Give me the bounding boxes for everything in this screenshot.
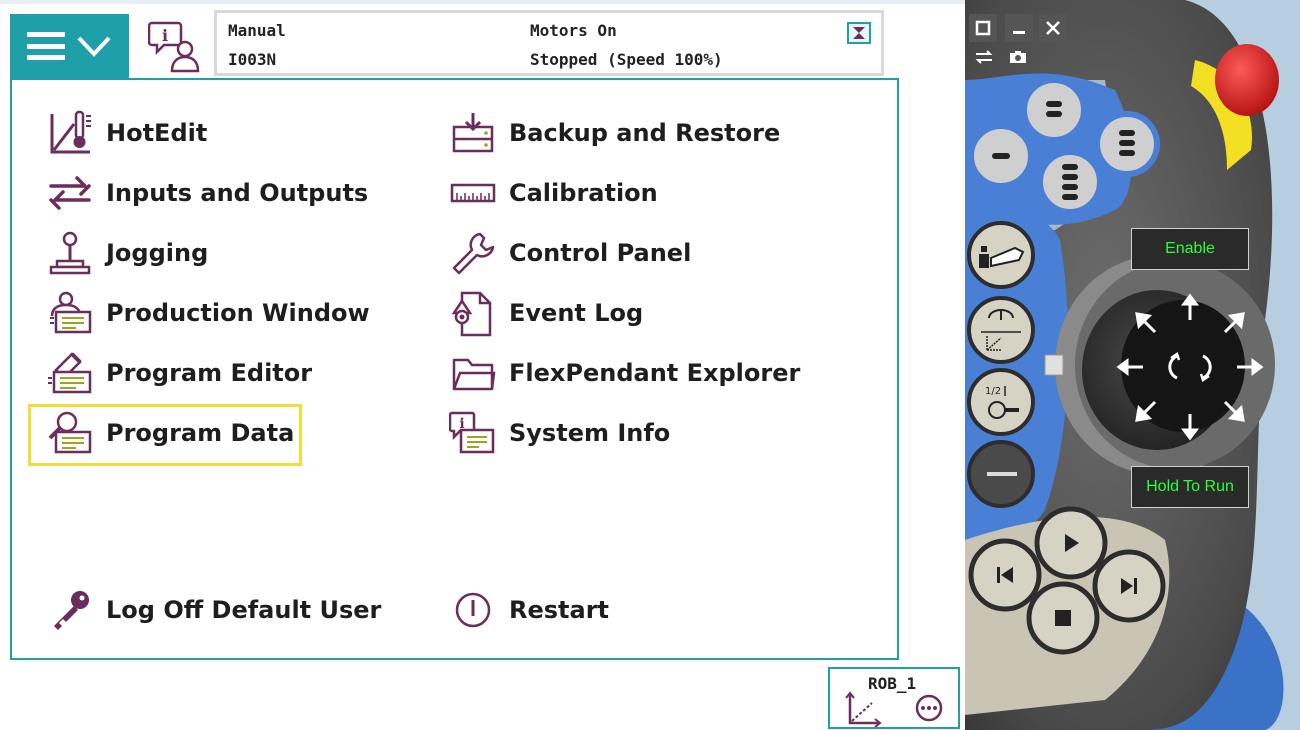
menu-item-production-window[interactable]: Production Window — [44, 289, 370, 337]
backup-icon — [447, 109, 499, 157]
motion-mode-icon[interactable] — [1042, 97, 1066, 123]
menu-item-calibration[interactable]: Calibration — [447, 169, 658, 217]
robot-arm-icon[interactable] — [975, 238, 1029, 272]
quickset-button[interactable]: ROB_1 — [828, 667, 960, 729]
power-icon — [447, 586, 499, 634]
program-editor-icon — [44, 349, 96, 397]
joystick-icon[interactable] — [1115, 292, 1265, 442]
abb-menu-button[interactable] — [10, 14, 129, 78]
system-name: I003N — [228, 50, 277, 69]
increment-icon[interactable] — [1058, 162, 1082, 202]
menu-item-label: Program Editor — [106, 359, 313, 387]
enable-label: Enable — [1165, 240, 1215, 257]
menu-item-program-editor[interactable]: Program Editor — [44, 349, 312, 397]
selection-highlight — [28, 404, 302, 466]
wrench-icon — [447, 229, 499, 277]
menu-item-label: FlexPendant Explorer — [509, 359, 801, 387]
motors-state: Motors On — [530, 21, 617, 40]
svg-text:i: i — [162, 26, 168, 45]
camera-icon[interactable] — [1007, 48, 1029, 66]
step-forward-icon[interactable] — [1117, 574, 1141, 598]
menu-item-label: Inputs and Outputs — [106, 179, 369, 207]
menu-item-label: Production Window — [106, 299, 370, 327]
operating-mode: Manual — [228, 21, 286, 40]
linear-reorient-icon[interactable] — [979, 306, 1023, 354]
axis-group-icon[interactable] — [989, 147, 1013, 165]
joystick-icon — [44, 229, 96, 277]
system-info-icon: i — [447, 409, 499, 457]
restore-window-icon[interactable] — [969, 14, 997, 42]
step-backward-icon[interactable] — [993, 563, 1017, 587]
hold-to-run-button[interactable]: Hold To Run — [1131, 466, 1249, 508]
status-bar[interactable]: Manual I003N Motors On Stopped (Speed 10… — [214, 10, 884, 76]
menu-item-flexpendant-explorer[interactable]: FlexPendant Explorer — [447, 349, 800, 397]
stop-icon[interactable] — [1051, 606, 1075, 630]
restart-button[interactable]: Restart — [447, 586, 609, 634]
virtual-flexpendant-hardware: 1/2 Enable Hold To Run — [965, 0, 1300, 730]
menu-item-system-info[interactable]: i System Info — [447, 409, 670, 457]
dash-button-icon[interactable] — [985, 466, 1019, 482]
minimize-icon[interactable] — [1005, 14, 1033, 42]
play-icon[interactable] — [1059, 531, 1083, 555]
menu-item-label: Event Log — [509, 299, 644, 327]
menu-item-label: Calibration — [509, 179, 658, 207]
status-indicator-icon[interactable] — [847, 22, 871, 44]
restart-label: Restart — [509, 596, 610, 624]
enable-button[interactable]: Enable — [1131, 228, 1249, 270]
folder-icon — [447, 349, 499, 397]
more-options-icon — [915, 694, 943, 722]
menu-item-hotedit[interactable]: HotEdit — [44, 109, 207, 157]
menu-item-label: Backup and Restore — [509, 119, 781, 147]
event-message-button[interactable]: i — [138, 14, 210, 78]
svg-text:1/2: 1/2 — [985, 386, 1001, 397]
menu-item-inputs-outputs[interactable]: Inputs and Outputs — [44, 169, 368, 217]
menu-item-event-log[interactable]: Event Log — [447, 289, 643, 337]
chevron-down-icon — [77, 35, 111, 57]
main-menu-panel: HotEdit Inputs and Outputs Jogging Produ… — [10, 78, 899, 660]
coordinate-axes-icon — [845, 691, 882, 727]
menu-item-backup-restore[interactable]: Backup and Restore — [447, 109, 780, 157]
ruler-icon — [447, 169, 499, 217]
info-user-icon: i — [148, 21, 200, 73]
axes-toggle-icon[interactable]: 1/2 — [979, 380, 1023, 424]
hamburger-icon — [27, 32, 65, 60]
hold-to-run-label: Hold To Run — [1146, 478, 1234, 495]
log-off-button[interactable]: Log Off Default User — [44, 586, 381, 634]
run-state: Stopped (Speed 100%) — [530, 50, 723, 69]
production-window-icon — [44, 289, 96, 337]
mechanical-unit-icon[interactable] — [1115, 128, 1139, 160]
menu-item-label: Control Panel — [509, 239, 692, 267]
io-arrows-icon — [44, 169, 96, 217]
menu-item-label: Jogging — [106, 239, 209, 267]
menu-item-control-panel[interactable]: Control Panel — [447, 229, 691, 277]
flexpendant-screen: i Manual I003N Motors On Stopped (Speed … — [0, 0, 965, 730]
key-icon — [44, 586, 96, 634]
menu-item-label: HotEdit — [106, 119, 208, 147]
close-icon[interactable] — [1039, 14, 1067, 42]
menu-item-label: System Info — [509, 419, 671, 447]
menu-item-jogging[interactable]: Jogging — [44, 229, 208, 277]
swap-icon[interactable] — [973, 48, 995, 66]
event-log-icon — [447, 289, 499, 337]
log-off-label: Log Off Default User — [106, 596, 382, 624]
hotedit-icon — [44, 109, 96, 157]
